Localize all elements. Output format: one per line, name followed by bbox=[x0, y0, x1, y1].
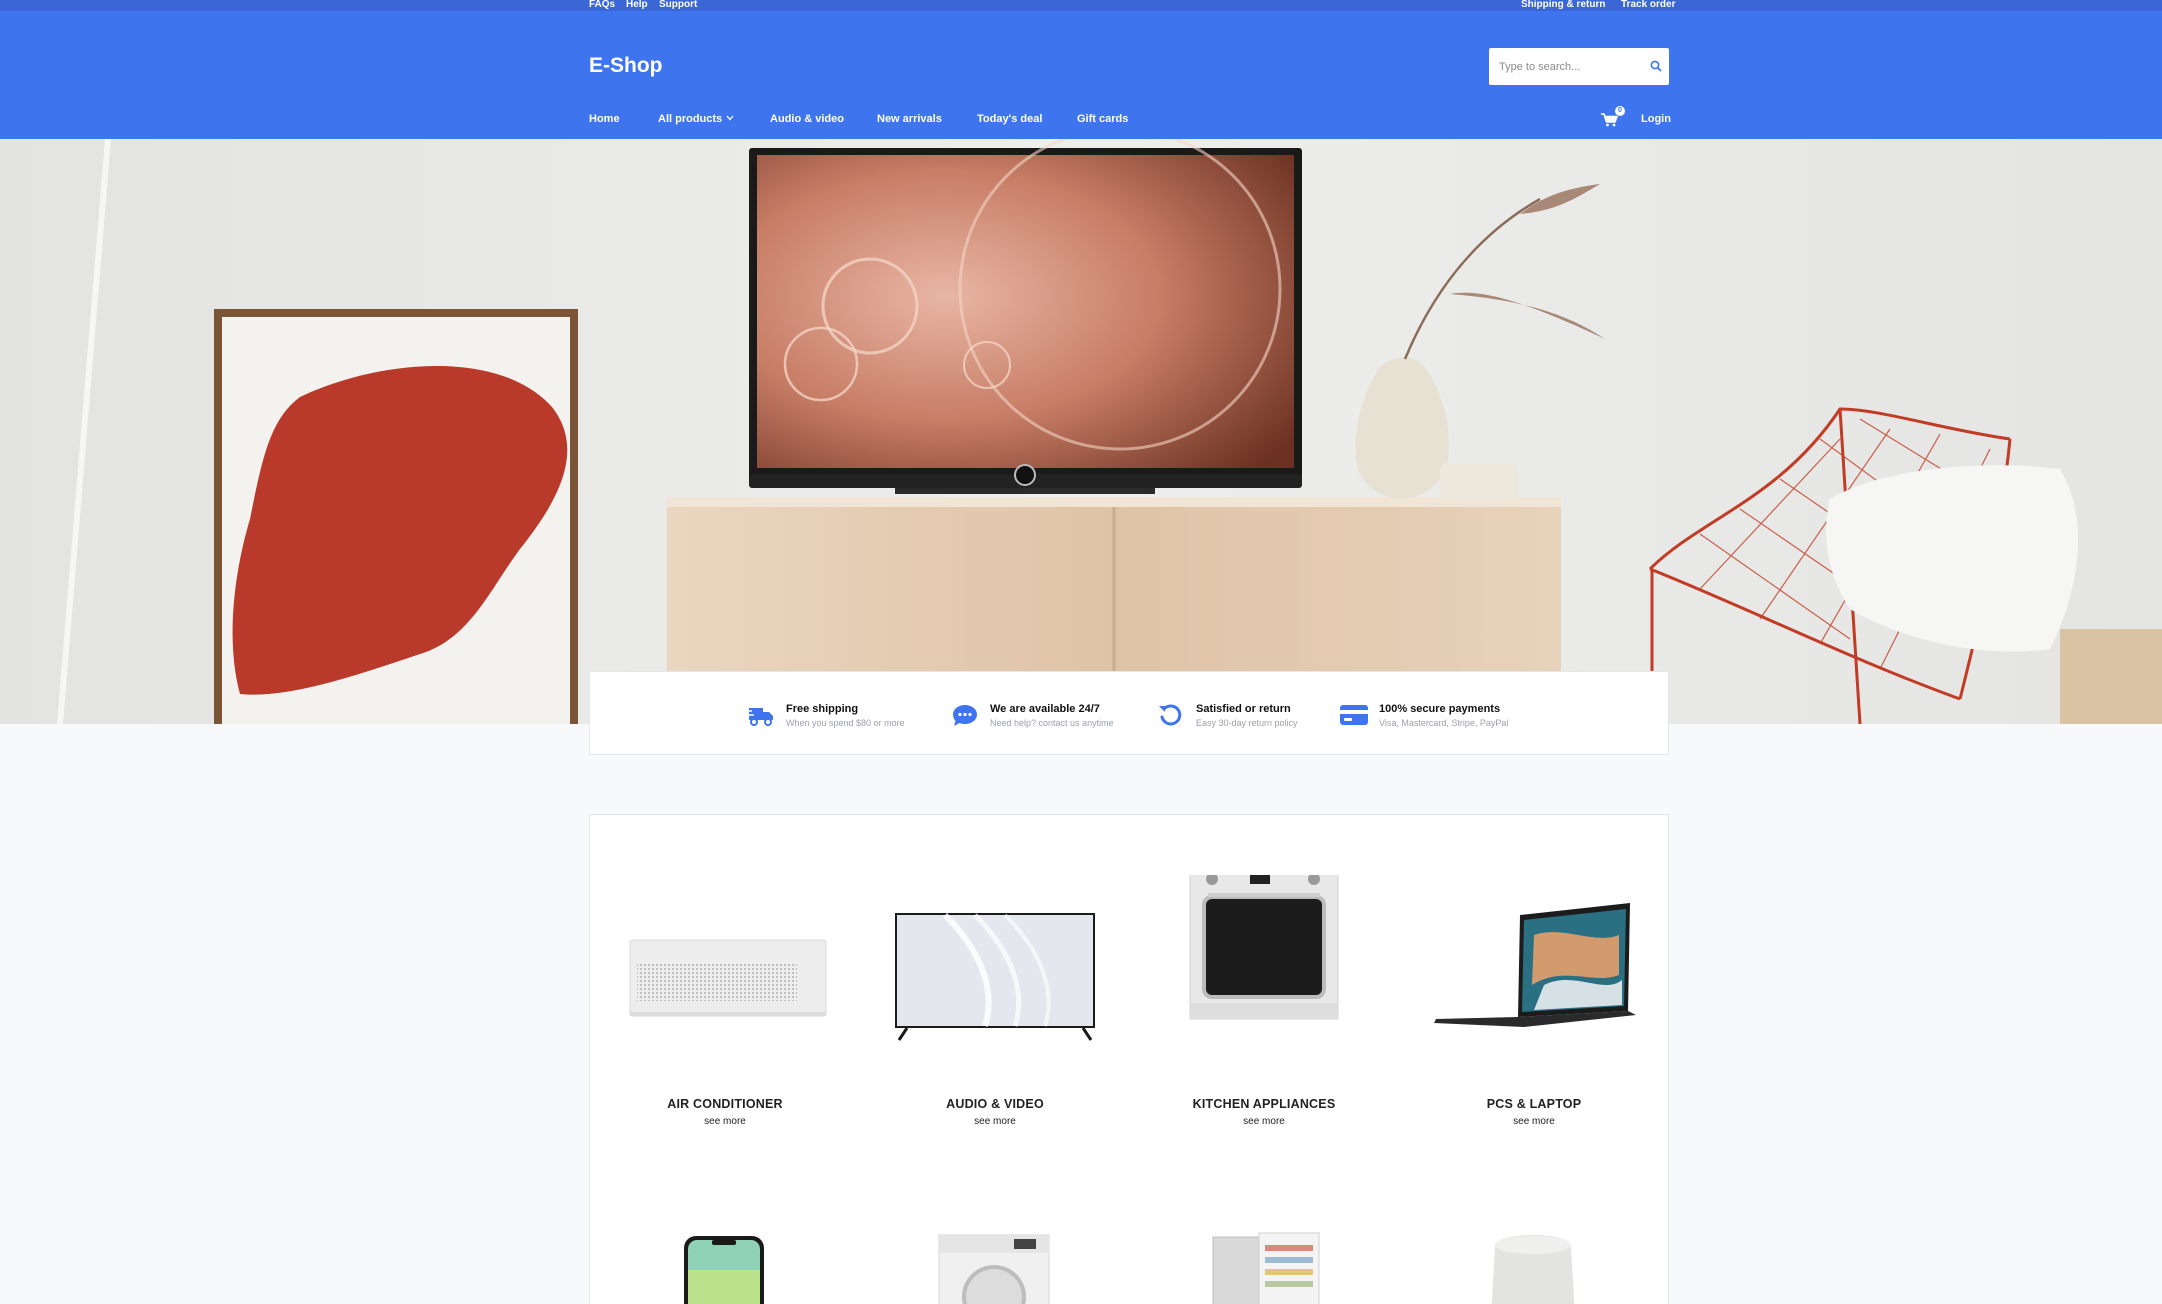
hero-banner[interactable] bbox=[0, 139, 2162, 724]
refrigerator-icon[interactable] bbox=[1153, 1225, 1373, 1304]
category-name: KITCHEN APPLIANCES bbox=[1192, 1097, 1336, 1111]
feature-subtitle: Visa, Mastercard, Stripe, PayPal bbox=[1379, 718, 1509, 728]
features-strip: Free shipping When you spend $80 or more… bbox=[589, 671, 1669, 755]
nav-gift-cards[interactable]: Gift cards bbox=[1077, 113, 1128, 125]
truck-icon bbox=[746, 708, 773, 726]
shipping-return-link[interactable]: Shipping & return bbox=[1521, 0, 1605, 11]
see-more-link[interactable]: see more bbox=[615, 1116, 835, 1127]
feature-title: 100% secure payments bbox=[1379, 703, 1501, 715]
login-link[interactable]: Login bbox=[1641, 113, 1671, 125]
cart-count-badge: 0 bbox=[1615, 106, 1625, 116]
category-name: AIR CONDITIONER bbox=[667, 1097, 783, 1111]
see-more-link[interactable]: see more bbox=[885, 1116, 1105, 1127]
nav-all-products-label: All products bbox=[658, 113, 723, 125]
nav-audio-video[interactable]: Audio & video bbox=[770, 113, 844, 125]
hero-image bbox=[0, 139, 2162, 724]
category-kitchen-appliances[interactable]: KITCHEN APPLIANCES see more bbox=[1154, 875, 1374, 1127]
feature-subtitle: Need help? contact us anytime bbox=[990, 718, 1114, 728]
track-order-link[interactable]: Track order bbox=[1621, 0, 1675, 11]
nav-todays-deal[interactable]: Today's deal bbox=[977, 113, 1042, 125]
search-input[interactable] bbox=[1489, 48, 1637, 85]
chevron-down-icon bbox=[726, 115, 734, 121]
washing-machine-icon[interactable] bbox=[884, 1225, 1104, 1304]
category-name: AUDIO & VIDEO bbox=[946, 1097, 1044, 1111]
feature-subtitle: Easy 30-day return policy bbox=[1196, 718, 1298, 728]
feature-title: Free shipping bbox=[786, 703, 859, 715]
search-icon[interactable] bbox=[1649, 59, 1663, 73]
see-more-link[interactable]: see more bbox=[1424, 1116, 1644, 1127]
feature-subtitle: When you spend $80 or more bbox=[786, 718, 905, 728]
faqs-link[interactable]: FAQs bbox=[589, 0, 615, 11]
category-pcs-laptop[interactable]: PCS & LAPTOP see more bbox=[1424, 875, 1644, 1127]
brand-logo[interactable]: E-Shop bbox=[589, 54, 663, 78]
support-link[interactable]: Support bbox=[659, 0, 697, 11]
nav-new-arrivals[interactable]: New arrivals bbox=[877, 113, 942, 125]
air-conditioner-icon bbox=[629, 939, 827, 1017]
top-utility-bar: FAQs Help Support Shipping & return Trac… bbox=[0, 0, 2162, 11]
feature-title: We are available 24/7 bbox=[990, 703, 1100, 715]
smart-speaker-icon[interactable] bbox=[1423, 1225, 1643, 1304]
nav-home[interactable]: Home bbox=[589, 113, 620, 125]
laptop-icon bbox=[1434, 903, 1636, 1027]
category-name: PCS & LAPTOP bbox=[1486, 1097, 1582, 1111]
category-audio-video[interactable]: AUDIO & VIDEO see more bbox=[885, 875, 1105, 1127]
chat-icon bbox=[953, 705, 977, 726]
nav-all-products[interactable]: All products bbox=[658, 113, 734, 125]
credit-card-icon bbox=[1340, 705, 1368, 725]
feature-title: Satisfied or return bbox=[1196, 703, 1291, 715]
oven-icon bbox=[1189, 875, 1339, 1020]
help-link[interactable]: Help bbox=[626, 0, 648, 11]
see-more-link[interactable]: see more bbox=[1154, 1116, 1374, 1127]
search-box bbox=[1489, 48, 1669, 85]
category-air-conditioner[interactable]: AIR CONDITIONER see more bbox=[615, 875, 835, 1127]
return-icon bbox=[1159, 704, 1182, 726]
tv-icon bbox=[895, 912, 1095, 1041]
smartphone-icon[interactable] bbox=[614, 1225, 834, 1304]
